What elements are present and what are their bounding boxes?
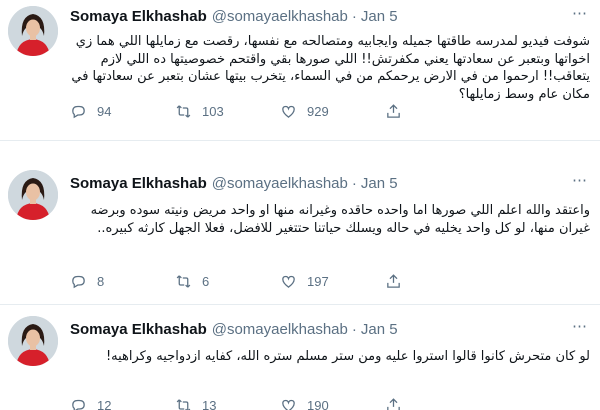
like-count: 190 [307, 398, 329, 410]
tweet-divider [0, 304, 600, 305]
avatar[interactable] [8, 170, 58, 220]
tweet-divider [0, 140, 600, 141]
tweet-text: لو كان متحرش كانوا قالوا استروا عليه ومن… [105, 349, 590, 364]
like-icon [282, 399, 295, 410]
reply-button[interactable]: 94 [70, 103, 175, 120]
more-icon[interactable]: ⋯ [572, 4, 588, 22]
author-name[interactable]: Somaya Elkhashab [70, 8, 207, 25]
like-button[interactable]: 197 [280, 273, 385, 290]
share-icon [387, 274, 400, 288]
tweet-text: واعتقد والله اعلم اللي صورها اما واحده ح… [90, 203, 590, 236]
retweet-count: 13 [202, 398, 217, 410]
tweet-header: Somaya Elkhashab @somayaelkhashab · Jan … [70, 319, 398, 339]
tweet[interactable]: Somaya Elkhashab @somayaelkhashab · Jan … [0, 0, 600, 130]
more-icon[interactable]: ⋯ [572, 317, 588, 335]
author-name[interactable]: Somaya Elkhashab [70, 321, 207, 338]
separator: · [351, 174, 357, 192]
reply-count: 8 [97, 274, 105, 289]
share-button[interactable] [385, 397, 490, 410]
reply-button[interactable]: 8 [70, 273, 175, 290]
author-handle[interactable]: @somayaelkhashab [212, 175, 348, 192]
author-handle[interactable]: @somayaelkhashab [212, 321, 348, 338]
like-count: 197 [307, 274, 329, 289]
like-button[interactable]: 929 [280, 103, 385, 120]
retweet-button[interactable]: 13 [175, 397, 280, 410]
tweet-actions: 8 6 197 [70, 273, 490, 290]
separator: · [351, 7, 357, 25]
retweet-button[interactable]: 103 [175, 103, 280, 120]
reply-count: 94 [97, 104, 112, 119]
tweet-text: شوفت فيديو لمدرسه طاقتها جميله وايجابيه … [71, 34, 590, 102]
reply-icon [72, 105, 85, 119]
retweet-count: 103 [202, 104, 224, 119]
tweet-actions: 94 103 929 [70, 103, 490, 120]
tweet-date[interactable]: Jan 5 [361, 175, 398, 192]
avatar-image [8, 316, 58, 366]
retweet-count: 6 [202, 274, 210, 289]
tweet-actions: 12 13 190 [70, 397, 490, 410]
like-count: 929 [307, 104, 329, 119]
tweet-date[interactable]: Jan 5 [361, 8, 398, 25]
reply-icon [72, 275, 85, 289]
reply-button[interactable]: 12 [70, 397, 175, 410]
share-button[interactable] [385, 103, 490, 120]
like-button[interactable]: 190 [280, 397, 385, 410]
tweet[interactable]: Somaya Elkhashab @somayaelkhashab · Jan … [0, 316, 600, 410]
retweet-button[interactable]: 6 [175, 273, 280, 290]
separator: · [351, 320, 357, 338]
more-icon[interactable]: ⋯ [572, 171, 588, 189]
tweet-header: Somaya Elkhashab @somayaelkhashab · Jan … [70, 6, 398, 26]
retweet-icon [176, 399, 191, 410]
retweet-icon [176, 105, 191, 118]
reply-icon [72, 399, 85, 410]
author-name[interactable]: Somaya Elkhashab [70, 175, 207, 192]
share-button[interactable] [385, 273, 490, 290]
tweet-header: Somaya Elkhashab @somayaelkhashab · Jan … [70, 173, 398, 193]
avatar-image [8, 170, 58, 220]
tweet[interactable]: Somaya Elkhashab @somayaelkhashab · Jan … [0, 170, 600, 300]
retweet-icon [176, 275, 191, 288]
tweet-date[interactable]: Jan 5 [361, 321, 398, 338]
like-icon [282, 275, 295, 288]
reply-count: 12 [97, 398, 112, 410]
avatar[interactable] [8, 316, 58, 366]
avatar-image [8, 6, 58, 56]
like-icon [282, 105, 295, 118]
share-icon [387, 398, 400, 410]
author-handle[interactable]: @somayaelkhashab [212, 8, 348, 25]
avatar[interactable] [8, 6, 58, 56]
share-icon [387, 104, 400, 118]
